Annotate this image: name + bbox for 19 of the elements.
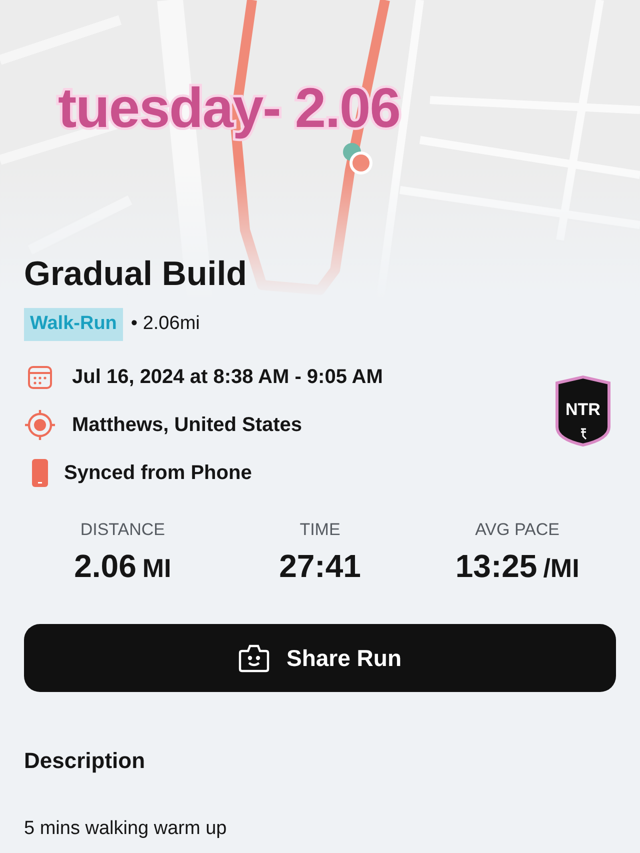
stat-label: TIME (300, 518, 340, 540)
description-heading: Description (24, 747, 146, 775)
detail-text: Matthews, United States (72, 412, 302, 438)
stat-label: DISTANCE (80, 518, 166, 540)
distance-note: • 2.06mi (130, 312, 200, 336)
detail-text: Jul 16, 2024 at 8:38 AM - 9:05 AM (72, 364, 383, 390)
smiley-camera-icon (238, 643, 270, 673)
description-text: 5 mins walking warm up (24, 817, 227, 841)
stat-value: 13:25 /MI (455, 547, 580, 586)
ntr-badge: NTR (554, 374, 612, 446)
stat-value: 27:41 (279, 547, 361, 586)
activity-type-tag: Walk-Run (24, 308, 123, 340)
phone-icon (32, 458, 48, 486)
workout-title: Gradual Build (24, 254, 247, 295)
location-target-icon (24, 408, 56, 440)
stat-value: 2.06 MI (74, 547, 172, 586)
stat-label: AVG PACE (475, 518, 560, 540)
share-run-button[interactable]: Share Run (24, 624, 616, 692)
detail-text: Synced from Phone (64, 460, 252, 486)
